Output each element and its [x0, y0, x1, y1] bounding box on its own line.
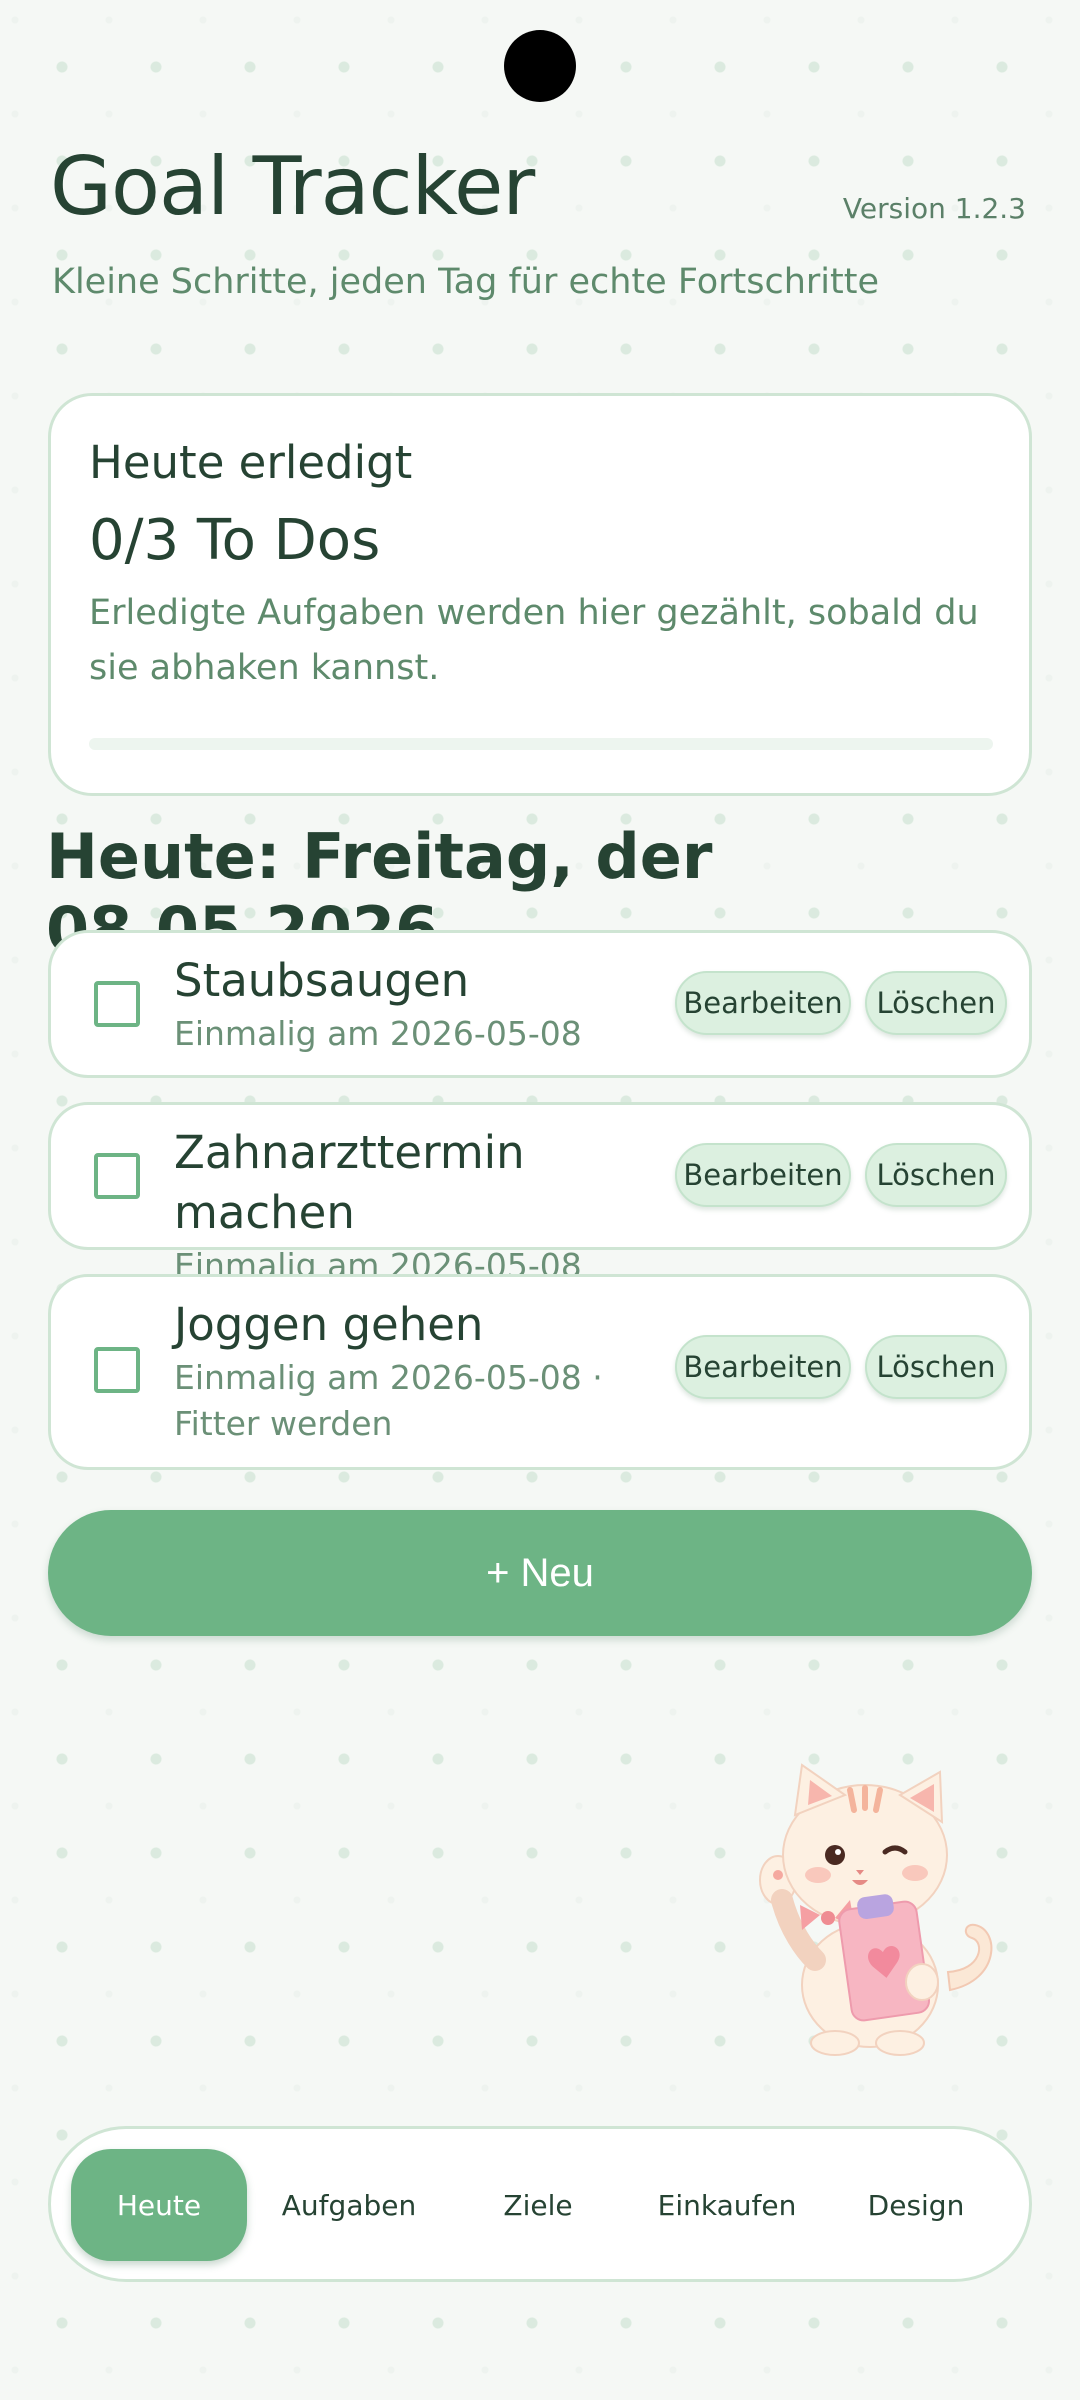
task-checkbox[interactable] — [94, 1347, 140, 1393]
version-label: Version 1.2.3 — [842, 192, 1026, 225]
task-checkbox[interactable] — [94, 981, 140, 1027]
delete-button[interactable]: Löschen — [865, 1143, 1007, 1207]
task-meta: Einmalig am 2026-05-08 · Fitter werden — [174, 1358, 603, 1443]
summary-label: Heute erledigt — [89, 436, 413, 489]
daily-summary-card: Heute erledigt 0/3 To Dos Erledigte Aufg… — [48, 393, 1032, 796]
app-subtitle: Kleine Schritte, jeden Tag für echte For… — [52, 262, 879, 302]
task-checkbox[interactable] — [94, 1153, 140, 1199]
task-list: Staubsaugen Einmalig am 2026-05-08 Bearb… — [48, 930, 1032, 1494]
cat-with-clipboard-icon — [759, 1763, 993, 2056]
bottom-navigation: Heute Aufgaben Ziele Einkaufen Design — [48, 2126, 1032, 2282]
edit-button[interactable]: Bearbeiten — [675, 1143, 851, 1207]
delete-button[interactable]: Löschen — [865, 1335, 1007, 1399]
task-title: Staubsaugen — [174, 954, 470, 1007]
task-meta: Einmalig am 2026-05-08 — [174, 1014, 582, 1053]
new-task-button[interactable]: + Neu — [48, 1510, 1032, 1636]
progress-bar — [89, 738, 993, 750]
task-card: Zahnarzttermin machen Einmalig am 2026-0… — [48, 1102, 1032, 1285]
edit-button[interactable]: Bearbeiten — [675, 1335, 851, 1399]
task-card: Staubsaugen Einmalig am 2026-05-08 Bearb… — [48, 930, 1032, 1078]
nav-item-heute[interactable]: Heute — [71, 2149, 247, 2261]
task-title: Joggen gehen — [174, 1298, 484, 1351]
task-card: Joggen gehen Einmalig am 2026-05-08 · Fi… — [48, 1274, 1032, 1470]
nav-item-design[interactable]: Design — [828, 2149, 1004, 2261]
camera-cutout — [504, 30, 576, 102]
summary-description: Erledigte Aufgaben werden hier gezählt, … — [89, 593, 979, 688]
task-title: Zahnarzttermin machen — [174, 1126, 525, 1239]
app-title: Goal Tracker — [50, 140, 535, 233]
nav-item-einkaufen[interactable]: Einkaufen — [639, 2149, 815, 2261]
delete-button[interactable]: Löschen — [865, 971, 1007, 1035]
edit-button[interactable]: Bearbeiten — [675, 971, 851, 1035]
summary-count: 0/3 To Dos — [89, 508, 381, 573]
nav-item-ziele[interactable]: Ziele — [450, 2149, 626, 2261]
nav-item-aufgaben[interactable]: Aufgaben — [261, 2149, 437, 2261]
